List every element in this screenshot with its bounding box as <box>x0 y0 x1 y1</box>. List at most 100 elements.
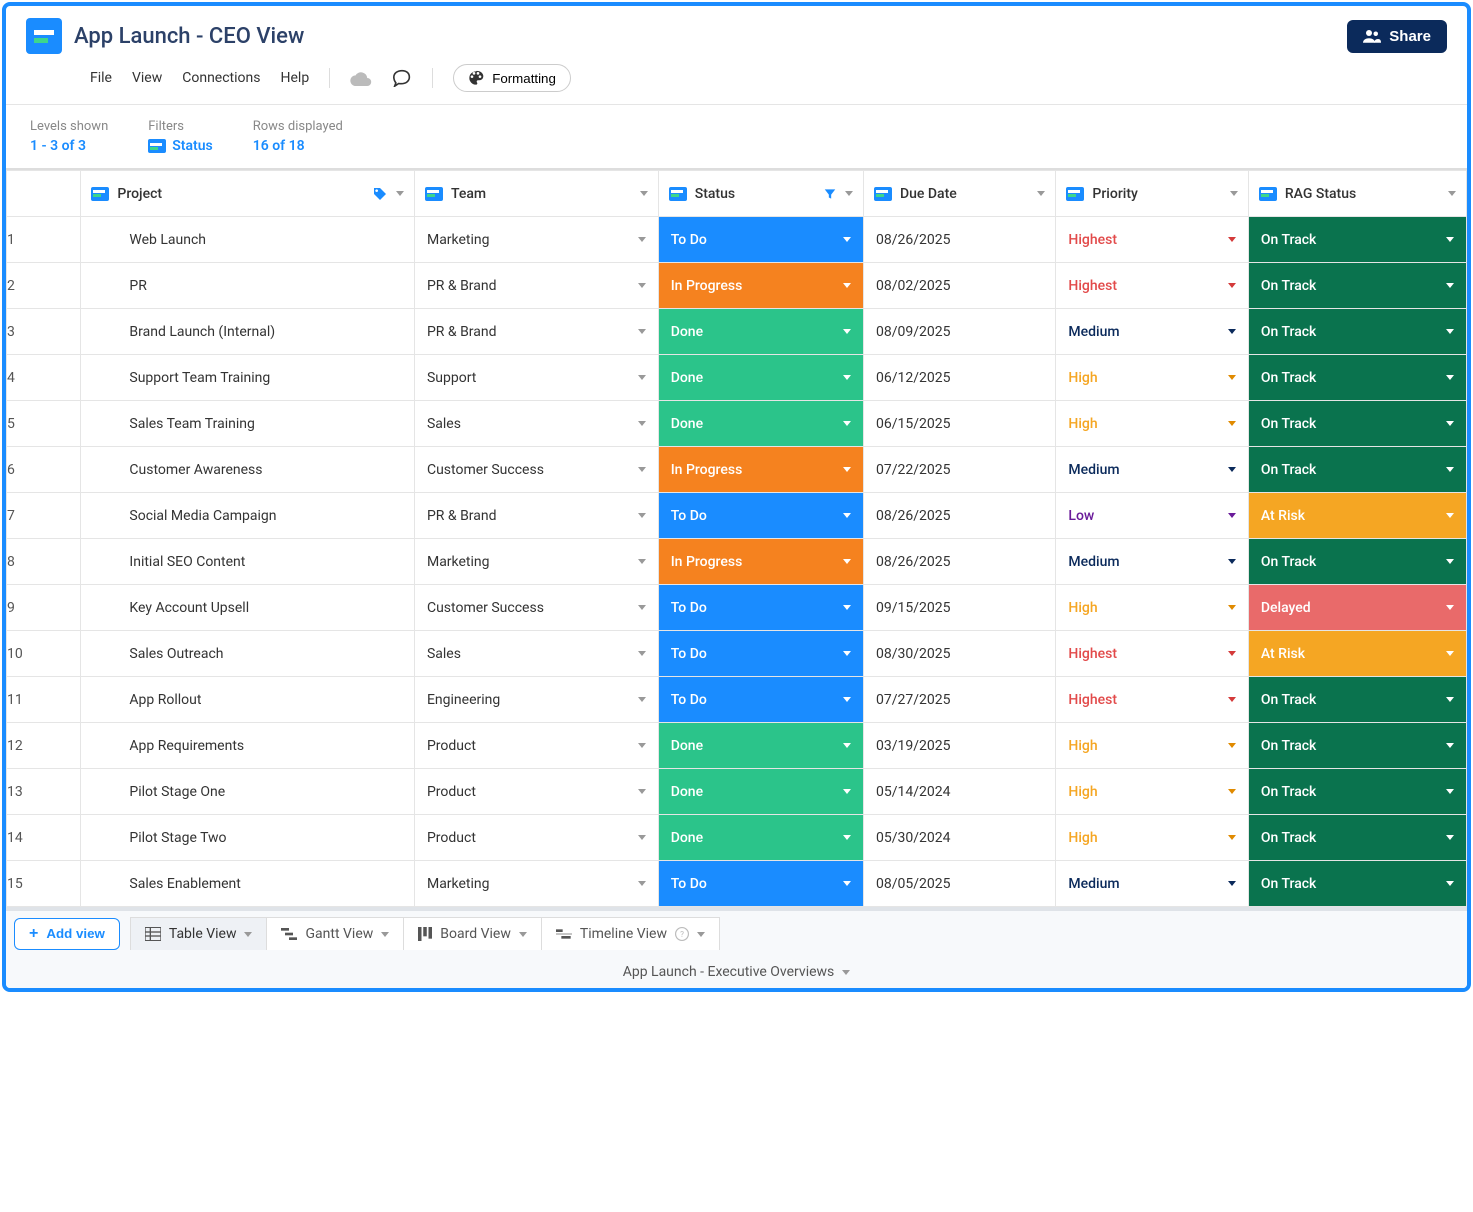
cell-project[interactable]: Key Account Upsell <box>81 585 415 631</box>
chevron-down-icon[interactable] <box>1446 237 1454 242</box>
chevron-down-icon[interactable] <box>1228 881 1236 886</box>
cell-due[interactable]: 08/02/2025 <box>863 263 1055 309</box>
cell-team[interactable]: Marketing <box>414 539 658 585</box>
chevron-down-icon[interactable] <box>1228 467 1236 472</box>
chevron-down-icon[interactable] <box>843 881 851 886</box>
chevron-down-icon[interactable] <box>638 375 646 380</box>
cell-rag[interactable]: At Risk <box>1248 493 1466 539</box>
chevron-down-icon[interactable] <box>640 191 648 196</box>
cell-status[interactable]: To Do <box>658 585 863 631</box>
chevron-down-icon[interactable] <box>638 835 646 840</box>
cell-team[interactable]: Product <box>414 815 658 861</box>
cell-team[interactable]: Sales <box>414 631 658 677</box>
chevron-down-icon[interactable] <box>1228 835 1236 840</box>
col-team[interactable]: Team <box>414 171 658 217</box>
chevron-down-icon[interactable] <box>638 559 646 564</box>
chevron-down-icon[interactable] <box>1446 789 1454 794</box>
cell-team[interactable]: Engineering <box>414 677 658 723</box>
chevron-down-icon[interactable] <box>843 283 851 288</box>
chevron-down-icon[interactable] <box>1228 421 1236 426</box>
cell-priority[interactable]: High <box>1056 769 1248 815</box>
cell-priority[interactable]: High <box>1056 355 1248 401</box>
chevron-down-icon[interactable] <box>697 932 705 937</box>
chevron-down-icon[interactable] <box>1228 375 1236 380</box>
chevron-down-icon[interactable] <box>1446 329 1454 334</box>
chevron-down-icon[interactable] <box>843 559 851 564</box>
chevron-down-icon[interactable] <box>638 283 646 288</box>
chevron-down-icon[interactable] <box>1446 283 1454 288</box>
cell-due[interactable]: 05/14/2024 <box>863 769 1055 815</box>
cell-project[interactable]: Initial SEO Content <box>81 539 415 585</box>
help-icon[interactable]: ? <box>675 927 689 941</box>
chevron-down-icon[interactable] <box>845 191 853 196</box>
cell-rag[interactable]: On Track <box>1248 401 1466 447</box>
chevron-down-icon[interactable] <box>638 421 646 426</box>
cell-rag[interactable]: On Track <box>1248 217 1466 263</box>
menu-connections[interactable]: Connections <box>182 70 260 86</box>
cell-status[interactable]: To Do <box>658 677 863 723</box>
cell-priority[interactable]: Medium <box>1056 861 1248 907</box>
tab-board-view[interactable]: Board View <box>404 917 542 950</box>
cell-due[interactable]: 08/26/2025 <box>863 539 1055 585</box>
chevron-down-icon[interactable] <box>381 932 389 937</box>
share-button[interactable]: Share <box>1347 20 1447 53</box>
cell-due[interactable]: 06/12/2025 <box>863 355 1055 401</box>
chevron-down-icon[interactable] <box>1228 513 1236 518</box>
cell-priority[interactable]: Highest <box>1056 677 1248 723</box>
chevron-down-icon[interactable] <box>1446 743 1454 748</box>
cell-rag[interactable]: On Track <box>1248 447 1466 493</box>
chevron-down-icon[interactable] <box>843 835 851 840</box>
chevron-down-icon[interactable] <box>1228 559 1236 564</box>
chevron-down-icon[interactable] <box>1228 743 1236 748</box>
cell-priority[interactable]: Highest <box>1056 217 1248 263</box>
chevron-down-icon[interactable] <box>638 513 646 518</box>
col-project[interactable]: Project <box>81 171 415 217</box>
chevron-down-icon[interactable] <box>1228 329 1236 334</box>
chevron-down-icon[interactable] <box>638 467 646 472</box>
chevron-down-icon[interactable] <box>638 881 646 886</box>
col-rag[interactable]: RAG Status <box>1248 171 1466 217</box>
chevron-down-icon[interactable] <box>1446 605 1454 610</box>
chevron-down-icon[interactable] <box>843 513 851 518</box>
tab-gantt-view[interactable]: Gantt View <box>267 917 404 950</box>
cell-status[interactable]: In Progress <box>658 539 863 585</box>
stat-filters[interactable]: Filters Status <box>148 119 212 154</box>
cell-status[interactable]: In Progress <box>658 447 863 493</box>
cell-priority[interactable]: Highest <box>1056 631 1248 677</box>
cell-project[interactable]: Support Team Training <box>81 355 415 401</box>
cell-rag[interactable]: On Track <box>1248 677 1466 723</box>
cell-priority[interactable]: Medium <box>1056 539 1248 585</box>
stat-levels[interactable]: Levels shown 1 - 3 of 3 <box>30 119 108 154</box>
cell-team[interactable]: Marketing <box>414 217 658 263</box>
cell-rag[interactable]: On Track <box>1248 723 1466 769</box>
chevron-down-icon[interactable] <box>638 743 646 748</box>
chevron-down-icon[interactable] <box>843 375 851 380</box>
cell-project[interactable]: Sales Enablement <box>81 861 415 907</box>
cell-team[interactable]: Customer Success <box>414 447 658 493</box>
chevron-down-icon[interactable] <box>1448 191 1456 196</box>
chevron-down-icon[interactable] <box>519 932 527 937</box>
chevron-down-icon[interactable] <box>638 605 646 610</box>
cell-team[interactable]: PR & Brand <box>414 263 658 309</box>
menu-view[interactable]: View <box>132 70 162 86</box>
cell-project[interactable]: App Rollout <box>81 677 415 723</box>
cell-team[interactable]: Support <box>414 355 658 401</box>
cell-due[interactable]: 06/15/2025 <box>863 401 1055 447</box>
cell-team[interactable]: PR & Brand <box>414 493 658 539</box>
cloud-icon[interactable] <box>350 70 372 86</box>
cell-status[interactable]: Done <box>658 355 863 401</box>
stat-rows[interactable]: Rows displayed 16 of 18 <box>253 119 343 154</box>
chevron-down-icon[interactable] <box>1228 789 1236 794</box>
cell-status[interactable]: To Do <box>658 631 863 677</box>
cell-due[interactable]: 08/09/2025 <box>863 309 1055 355</box>
col-status[interactable]: Status <box>658 171 863 217</box>
comment-icon[interactable] <box>392 69 412 87</box>
chevron-down-icon[interactable] <box>1446 559 1454 564</box>
cell-priority[interactable]: High <box>1056 723 1248 769</box>
chevron-down-icon[interactable] <box>843 329 851 334</box>
chevron-down-icon[interactable] <box>1446 697 1454 702</box>
chevron-down-icon[interactable] <box>638 789 646 794</box>
chevron-down-icon[interactable] <box>638 651 646 656</box>
cell-project[interactable]: Web Launch <box>81 217 415 263</box>
menu-file[interactable]: File <box>90 70 112 86</box>
